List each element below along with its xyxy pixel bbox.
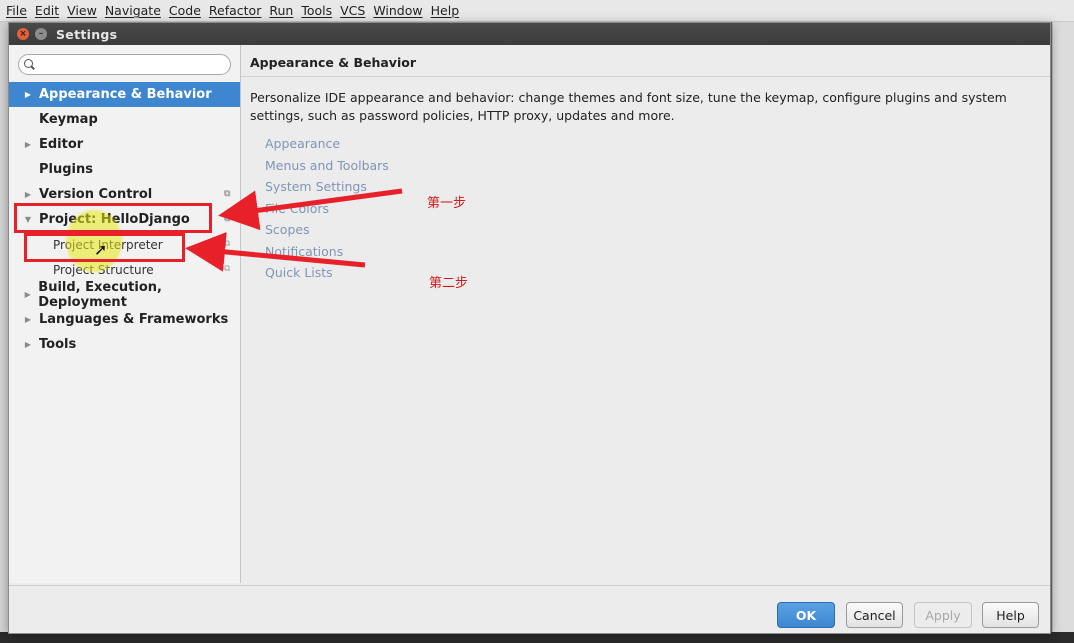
- tree-item-plugins[interactable]: Plugins: [9, 157, 240, 182]
- menu-vcs[interactable]: VCS: [340, 3, 365, 18]
- breadcrumb: Appearance & Behavior: [250, 55, 416, 70]
- expanded-arrow-icon[interactable]: ▼: [23, 215, 33, 224]
- apply-button[interactable]: Apply: [914, 602, 972, 628]
- ide-background-right: [1052, 22, 1074, 643]
- collapsed-arrow-icon[interactable]: ▶: [23, 290, 32, 299]
- section-description: Personalize IDE appearance and behavior:…: [250, 90, 1007, 123]
- help-button[interactable]: Help: [982, 602, 1039, 628]
- tree-item-languages-frameworks[interactable]: ▶ Languages & Frameworks: [9, 307, 240, 332]
- tree-item-keymap[interactable]: Keymap: [9, 107, 240, 132]
- tree-item-label: Build, Execution, Deployment: [38, 279, 162, 310]
- tree-item-project-interpreter[interactable]: Project Interpreter ⧉: [9, 232, 240, 257]
- settings-content-pane: Appearance & Behavior Personalize IDE ap…: [241, 45, 1050, 583]
- menu-navigate[interactable]: Navigate: [105, 3, 161, 18]
- menu-window[interactable]: Window: [373, 3, 422, 18]
- collapsed-arrow-icon[interactable]: ▶: [23, 315, 33, 324]
- tree-item-label: Plugins: [39, 162, 93, 177]
- ide-background-left: [0, 22, 8, 643]
- menu-view[interactable]: View: [67, 3, 97, 18]
- tree-item-label: Project Interpreter: [53, 237, 163, 252]
- tree-item-label: Project Structure: [53, 262, 154, 277]
- link-file-colors[interactable]: File Colors: [265, 198, 389, 220]
- ide-menubar: File Edit View Navigate Code Refactor Run Tools…: [0, 0, 1074, 22]
- tree-item-label: Tools: [39, 337, 77, 352]
- collapsed-arrow-icon[interactable]: ▶: [23, 340, 33, 349]
- menu-edit[interactable]: Edit: [35, 3, 59, 18]
- link-menus-and-toolbars[interactable]: Menus and Toolbars: [265, 155, 389, 177]
- cancel-button[interactable]: Cancel: [846, 602, 903, 628]
- project-scope-icon: ⧉: [224, 239, 231, 249]
- settings-tree-pane: ▶ Appearance & Behavior Keymap ▶ Editor Plugi…: [9, 45, 241, 583]
- tree-item-project-structure[interactable]: Project Structure ⧉: [9, 257, 240, 282]
- settings-dialog: × – Settings ▶ Appearance & Behavior Keyma…: [8, 22, 1051, 634]
- tree-item-appearance-behavior[interactable]: ▶ Appearance & Behavior: [9, 82, 240, 107]
- link-notifications[interactable]: Notifications: [265, 241, 389, 263]
- settings-search-box[interactable]: [18, 54, 231, 75]
- annotation-step2-label: 第二步: [429, 276, 469, 291]
- menu-run[interactable]: Run: [269, 3, 293, 18]
- dialog-titlebar: × – Settings: [9, 23, 1050, 45]
- dialog-footer: OK Cancel Apply Help: [9, 585, 1050, 634]
- tree-item-label: Project: HelloDjango: [39, 212, 190, 227]
- settings-search-input[interactable]: [40, 56, 224, 73]
- tree-item-tools[interactable]: ▶ Tools: [9, 332, 240, 357]
- subsection-links: Appearance Menus and Toolbars System Setti…: [265, 133, 389, 284]
- tree-item-label: Appearance & Behavior: [39, 87, 212, 102]
- link-appearance[interactable]: Appearance: [265, 133, 389, 155]
- tree-item-label: Version Control: [39, 187, 153, 202]
- tree-item-editor[interactable]: ▶ Editor: [9, 132, 240, 157]
- menu-file[interactable]: File: [6, 3, 27, 18]
- tree-item-label: Languages & Frameworks: [39, 312, 229, 327]
- dialog-title: Settings: [56, 26, 118, 42]
- collapsed-arrow-icon[interactable]: ▶: [23, 190, 33, 199]
- minimize-icon[interactable]: –: [35, 28, 47, 40]
- ok-button[interactable]: OK: [777, 602, 835, 628]
- settings-tree: ▶ Appearance & Behavior Keymap ▶ Editor Plugi…: [9, 82, 240, 357]
- search-icon: [24, 58, 36, 71]
- menu-tools[interactable]: Tools: [301, 3, 332, 18]
- project-scope-icon: ⧉: [224, 214, 231, 224]
- link-quick-lists[interactable]: Quick Lists: [265, 262, 389, 284]
- collapsed-arrow-icon[interactable]: ▶: [23, 140, 33, 149]
- tree-item-build-execution-deployment[interactable]: ▶ Build, Execution, Deployment: [9, 279, 240, 310]
- menu-help[interactable]: Help: [431, 3, 460, 18]
- tree-item-project-hellodjango[interactable]: ▼ Project: HelloDjango ⧉: [9, 207, 240, 232]
- menu-refactor[interactable]: Refactor: [209, 3, 261, 18]
- close-icon[interactable]: ×: [17, 28, 29, 40]
- tree-item-label: Keymap: [39, 112, 98, 127]
- menu-code[interactable]: Code: [169, 3, 201, 18]
- dialog-body: ▶ Appearance & Behavior Keymap ▶ Editor Plugi…: [9, 45, 1050, 585]
- link-system-settings[interactable]: System Settings: [265, 176, 389, 198]
- breadcrumb-divider: [241, 76, 1050, 77]
- tree-item-version-control[interactable]: ▶ Version Control ⧉: [9, 182, 240, 207]
- project-scope-icon: ⧉: [224, 264, 231, 274]
- collapsed-arrow-icon[interactable]: ▶: [23, 90, 33, 99]
- annotation-step1-label: 第一步: [427, 196, 467, 211]
- link-scopes[interactable]: Scopes: [265, 219, 389, 241]
- project-scope-icon: ⧉: [224, 189, 231, 199]
- tree-item-label: Editor: [39, 137, 84, 152]
